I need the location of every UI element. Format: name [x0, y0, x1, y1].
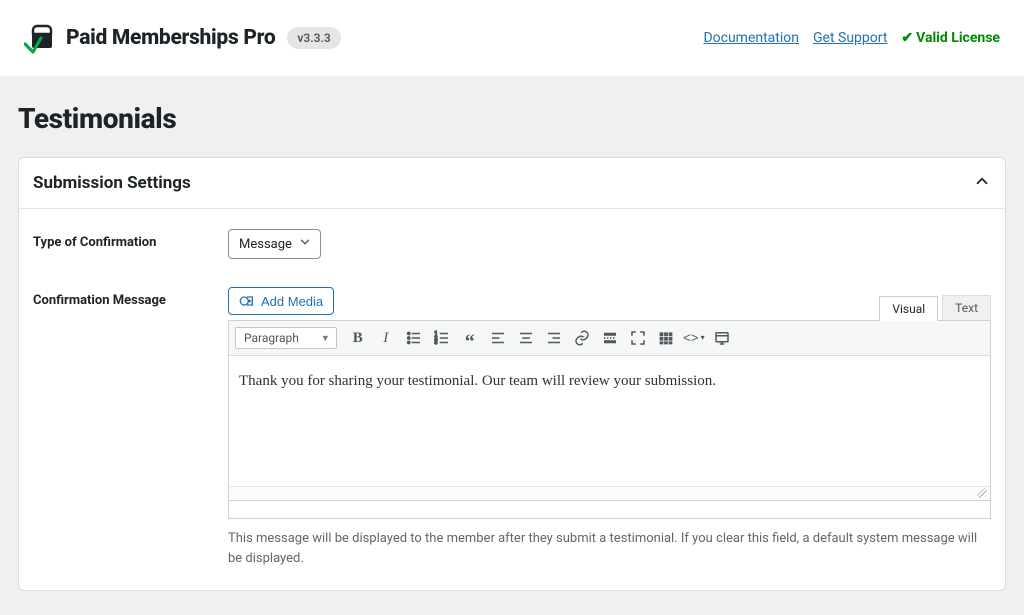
page-title: Testimonials	[18, 102, 1006, 135]
panel-toggle[interactable]: Submission Settings	[19, 158, 1005, 209]
license-label-text: Valid License	[916, 30, 1000, 46]
rich-text-editor: Paragraph ▼ B I 123 “	[228, 320, 991, 501]
add-media-label: Add Media	[261, 294, 323, 309]
field-label: Type of Confirmation	[33, 229, 228, 259]
align-center-button[interactable]	[513, 325, 539, 351]
chevron-down-icon	[298, 235, 312, 253]
media-icon	[239, 293, 255, 309]
header-links: Documentation Get Support ✔ Valid Licens…	[703, 30, 1000, 46]
brand-title: Paid Memberships Pro	[66, 26, 275, 50]
get-support-link[interactable]: Get Support	[813, 30, 887, 46]
page-content: Testimonials Submission Settings Type of…	[0, 102, 1024, 615]
insert-link-button[interactable]	[569, 325, 595, 351]
license-status: ✔ Valid License	[901, 30, 1000, 46]
blockquote-button[interactable]: “	[457, 325, 483, 351]
add-media-button[interactable]: Add Media	[228, 287, 334, 315]
panel-title: Submission Settings	[33, 173, 191, 193]
panel-body: Type of Confirmation Message Confirmatio…	[19, 209, 1005, 590]
type-of-confirmation-select[interactable]: Message	[228, 229, 321, 259]
logo-icon	[24, 22, 60, 54]
editor-status-bar	[228, 501, 991, 519]
align-left-button[interactable]	[485, 325, 511, 351]
brand-logo: Paid Memberships Pro	[24, 22, 275, 54]
code-toggle-button[interactable]: <>▾	[681, 325, 707, 351]
field-help-text: This message will be displayed to the me…	[228, 529, 991, 568]
editor-toolbar: Paragraph ▼ B I 123 “	[229, 321, 990, 356]
resize-handle[interactable]	[229, 486, 990, 500]
version-badge: v3.3.3	[287, 27, 340, 49]
bulleted-list-button[interactable]	[401, 325, 427, 351]
submission-settings-panel: Submission Settings Type of Confirmation…	[18, 157, 1006, 591]
editor-tabs: Visual Text	[879, 295, 991, 320]
brand: Paid Memberships Pro v3.3.3	[24, 22, 341, 54]
documentation-link[interactable]: Documentation	[703, 30, 799, 46]
fullscreen-button[interactable]	[625, 325, 651, 351]
paragraph-label: Paragraph	[244, 331, 299, 345]
tab-text[interactable]: Text	[942, 295, 991, 320]
svg-text:3: 3	[434, 340, 437, 346]
paragraph-format-select[interactable]: Paragraph ▼	[235, 327, 337, 349]
insert-read-more-button[interactable]	[597, 325, 623, 351]
numbered-list-button[interactable]: 123	[429, 325, 455, 351]
caret-down-icon: ▼	[321, 333, 330, 344]
toolbar-toggle-button[interactable]	[653, 325, 679, 351]
check-icon: ✔	[901, 30, 913, 46]
tab-visual[interactable]: Visual	[879, 296, 938, 321]
field-confirmation-message: Confirmation Message Add Media	[33, 287, 991, 568]
preview-button[interactable]	[709, 325, 735, 351]
field-label: Confirmation Message	[33, 287, 228, 568]
editor-content-area[interactable]: Thank you for sharing your testimonial. …	[229, 356, 990, 486]
field-type-of-confirmation: Type of Confirmation Message	[33, 229, 991, 259]
chevron-up-icon	[973, 172, 991, 194]
bold-button[interactable]: B	[345, 325, 371, 351]
select-value: Message	[239, 237, 292, 252]
align-right-button[interactable]	[541, 325, 567, 351]
app-header: Paid Memberships Pro v3.3.3 Documentatio…	[0, 0, 1024, 76]
italic-button[interactable]: I	[373, 325, 399, 351]
